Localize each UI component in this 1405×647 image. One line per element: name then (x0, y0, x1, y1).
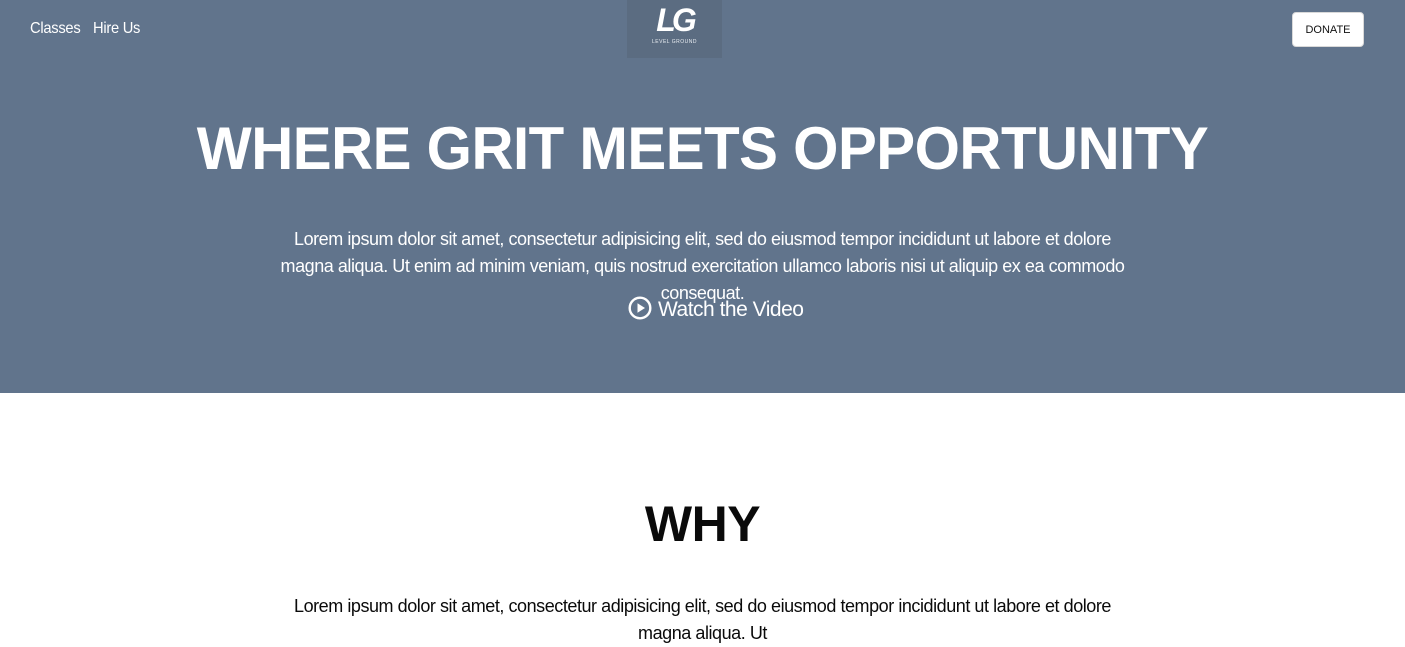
why-heading: WHY (644, 496, 761, 552)
watch-video-label: Watch the Video (658, 298, 804, 321)
watch-video-link[interactable]: Watch the Video (628, 295, 804, 325)
play-circle-icon (628, 295, 652, 325)
hero-description: Lorem ipsum dolor sit amet, consectetur … (280, 229, 1125, 303)
logo-mark: LG (656, 2, 696, 38)
donate-button[interactable]: DONATE (1292, 12, 1364, 47)
nav-link-classes[interactable]: Classes (30, 20, 81, 38)
logo-subtitle: LEVEL GROUND (652, 39, 697, 45)
hero-title: WHERE GRIT MEETS OPPORTUNITY (196, 115, 1209, 182)
nav-link-hire-us[interactable]: Hire Us (93, 20, 140, 38)
hero-section: Classes Hire Us LG LEVEL GROUND DONATE W… (0, 0, 1405, 393)
site-logo[interactable]: LG LEVEL GROUND (627, 0, 722, 58)
why-description: Lorem ipsum dolor sit amet, consectetur … (294, 596, 1111, 643)
